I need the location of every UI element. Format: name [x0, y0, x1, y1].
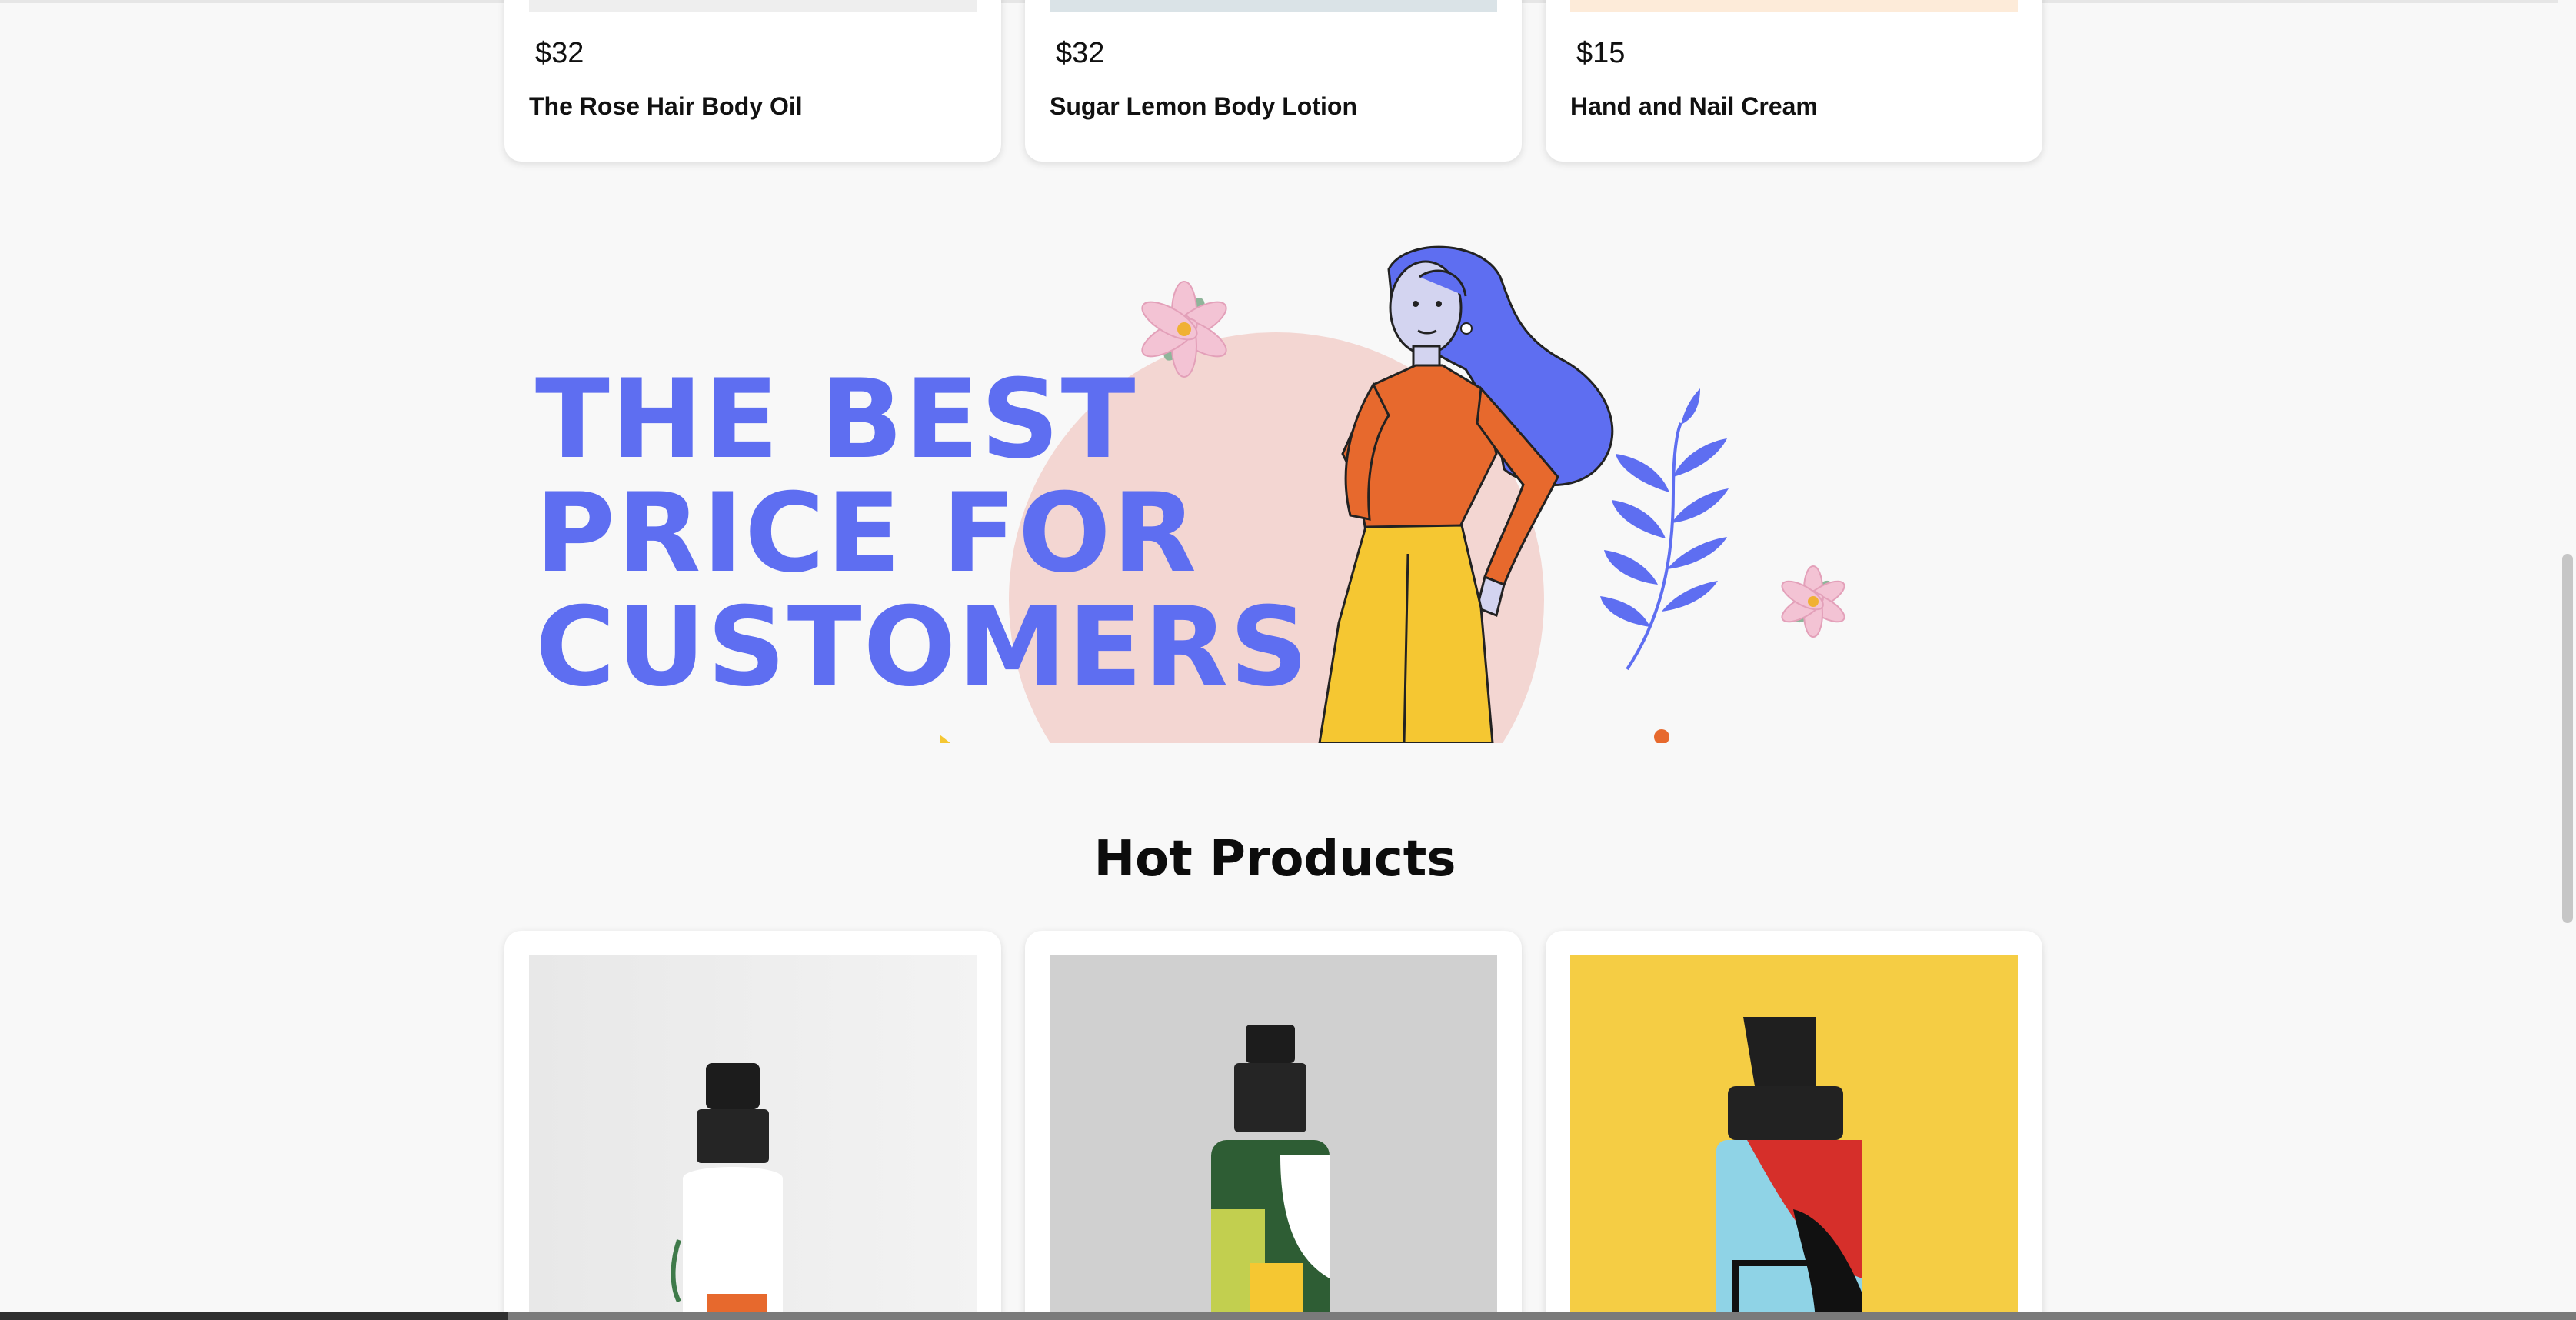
hot-product-card-3[interactable]: [1546, 931, 2042, 1320]
product-image[interactable]: [529, 0, 977, 12]
product-name[interactable]: Sugar Lemon Body Lotion: [1050, 92, 1357, 121]
product-image[interactable]: [1050, 0, 1497, 12]
banner-headline: THE BEST PRICE FOR CUSTOMERS: [535, 363, 1310, 705]
product-name[interactable]: Hand and Nail Cream: [1570, 92, 1818, 121]
hot-product-card-1[interactable]: [504, 931, 1001, 1320]
spray-bottle-image: [529, 955, 977, 1320]
bottom-edge: [0, 1312, 2576, 1320]
hot-products-title: Hot Products: [1093, 831, 1456, 888]
scrollbar-thumb[interactable]: [2562, 554, 2573, 923]
orange-dot: [1654, 729, 1669, 743]
product-card-hand-cream[interactable]: $15 Hand and Nail Cream: [1546, 0, 2042, 162]
product-price: $32: [1056, 37, 1105, 69]
product-image[interactable]: [529, 955, 977, 1320]
product-price: $32: [535, 37, 584, 69]
headline-line-3: CUSTOMERS: [535, 584, 1310, 711]
page: $32 The Rose Hair Body Oil $32 Sugar Lem…: [0, 0, 2576, 1320]
pump-bottle-image: [1570, 955, 2018, 1320]
product-card-lemon-lotion[interactable]: $32 Sugar Lemon Body Lotion: [1025, 0, 1522, 162]
hot-product-card-2[interactable]: [1025, 931, 1522, 1320]
headline-line-1: THE BEST: [535, 356, 1137, 483]
headline-line-2: PRICE FOR: [535, 470, 1198, 597]
scrollbar[interactable]: [2558, 0, 2576, 1320]
spray-bottle-image: [1050, 955, 1497, 1320]
product-price: $15: [1576, 37, 1626, 69]
product-card-rose-oil[interactable]: $32 The Rose Hair Body Oil: [504, 0, 1001, 162]
product-image[interactable]: [1570, 955, 2018, 1320]
product-name[interactable]: The Rose Hair Body Oil: [529, 92, 803, 121]
promo-banner: THE BEST PRICE FOR CUSTOMERS: [504, 223, 1889, 743]
product-image[interactable]: [1050, 955, 1497, 1320]
product-image[interactable]: [1570, 0, 2018, 12]
